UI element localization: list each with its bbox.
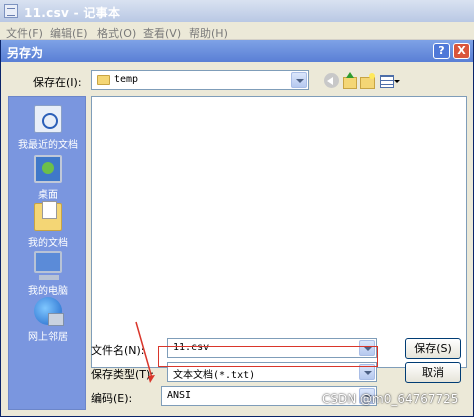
back-icon[interactable]	[323, 72, 341, 90]
close-button[interactable]: X	[453, 43, 470, 59]
save-button[interactable]: 保存(S)	[405, 338, 461, 359]
view-menu-icon[interactable]	[379, 72, 401, 90]
encoding-label: 编码(E):	[91, 392, 133, 405]
place-label: 网上邻居	[28, 332, 68, 343]
dialog-title: 另存为	[7, 46, 44, 60]
watermark: CSDN @m0_64767725	[322, 392, 459, 406]
place-my-documents[interactable]: 我的文档	[9, 201, 87, 249]
folder-icon	[97, 75, 110, 85]
place-label: 我最近的文档	[18, 140, 78, 151]
dialog-title-bar: 另存为 ? X	[1, 40, 473, 62]
notepad-title: 11.csv - 记事本	[24, 6, 121, 20]
notepad-icon	[4, 4, 18, 18]
encoding-value: ANSI	[167, 390, 192, 401]
places-bar: 我最近的文档 桌面 我的文档 我的电脑 网上邻居	[8, 96, 86, 410]
place-label: 桌面	[38, 190, 58, 201]
place-desktop[interactable]: 桌面	[9, 155, 87, 201]
filename-label: 文件名(N):	[91, 344, 145, 357]
filetype-label: 保存类型(T):	[91, 368, 155, 381]
save-in-value: temp	[114, 74, 139, 85]
place-label: 我的电脑	[28, 286, 68, 297]
up-folder-icon[interactable]	[341, 72, 359, 90]
cancel-button[interactable]: 取消	[405, 362, 461, 383]
menu-edit[interactable]: 编辑(E)	[50, 25, 88, 41]
my-computer-icon	[34, 251, 62, 280]
place-label: 我的文档	[28, 238, 68, 249]
file-list[interactable]	[91, 96, 467, 368]
place-my-computer[interactable]: 我的电脑	[9, 251, 87, 297]
network-places-icon	[34, 297, 64, 326]
desktop-icon	[34, 155, 62, 183]
menu-format[interactable]: 格式(O)	[97, 25, 136, 41]
place-network[interactable]: 网上邻居	[9, 297, 87, 343]
save-in-label: 保存在(I):	[33, 76, 82, 89]
save-in-combo[interactable]: temp	[91, 70, 309, 90]
filetype-value: 文本文档(*.txt)	[173, 370, 256, 381]
menu-help[interactable]: 帮助(H)	[189, 25, 228, 41]
place-recent[interactable]: 我最近的文档	[9, 105, 87, 151]
menu-view[interactable]: 查看(V)	[143, 25, 181, 41]
recent-documents-icon	[34, 105, 62, 133]
my-documents-icon	[34, 201, 62, 231]
notepad-title-bar: 11.csv - 记事本	[0, 0, 474, 22]
annotation-highlight-box	[158, 346, 378, 367]
menu-file[interactable]: 文件(F)	[6, 25, 43, 41]
chevron-down-icon[interactable]	[291, 72, 307, 88]
notepad-menubar: 文件(F) 编辑(E) 格式(O) 查看(V) 帮助(H)	[0, 22, 474, 40]
help-button[interactable]: ?	[433, 43, 450, 59]
new-folder-icon[interactable]	[359, 72, 377, 90]
